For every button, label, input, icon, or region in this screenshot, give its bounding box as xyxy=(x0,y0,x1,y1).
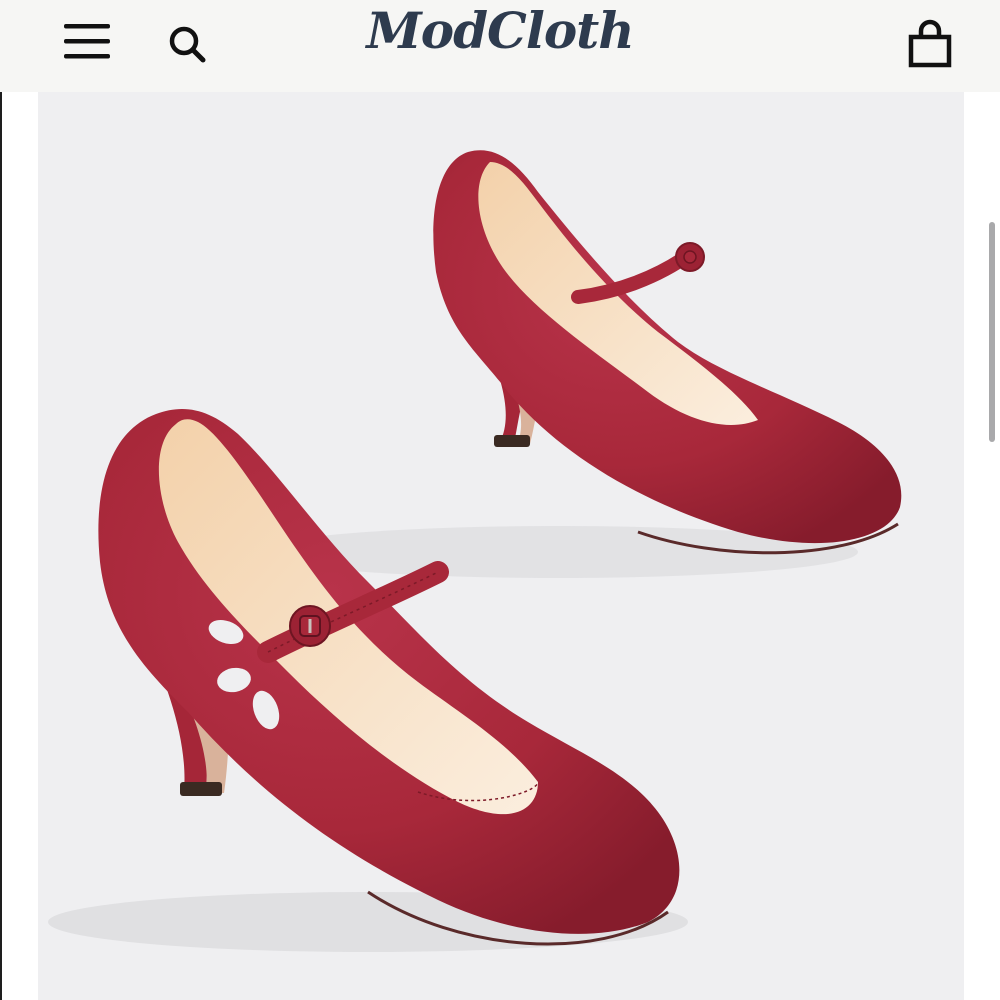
shoe-back xyxy=(433,150,902,555)
product-image[interactable] xyxy=(38,92,964,1000)
menu-icon[interactable] xyxy=(62,22,112,60)
search-icon[interactable] xyxy=(166,22,210,66)
shopping-bag-icon[interactable] xyxy=(906,18,954,68)
scrollbar-thumb[interactable] xyxy=(989,222,995,442)
page-edge-divider xyxy=(0,92,2,1000)
shoe-front xyxy=(98,408,680,946)
page-scrollbar[interactable] xyxy=(984,92,1000,1000)
modcloth-logo[interactable]: ModCloth xyxy=(350,0,650,62)
site-header: ModCloth xyxy=(0,0,1000,92)
